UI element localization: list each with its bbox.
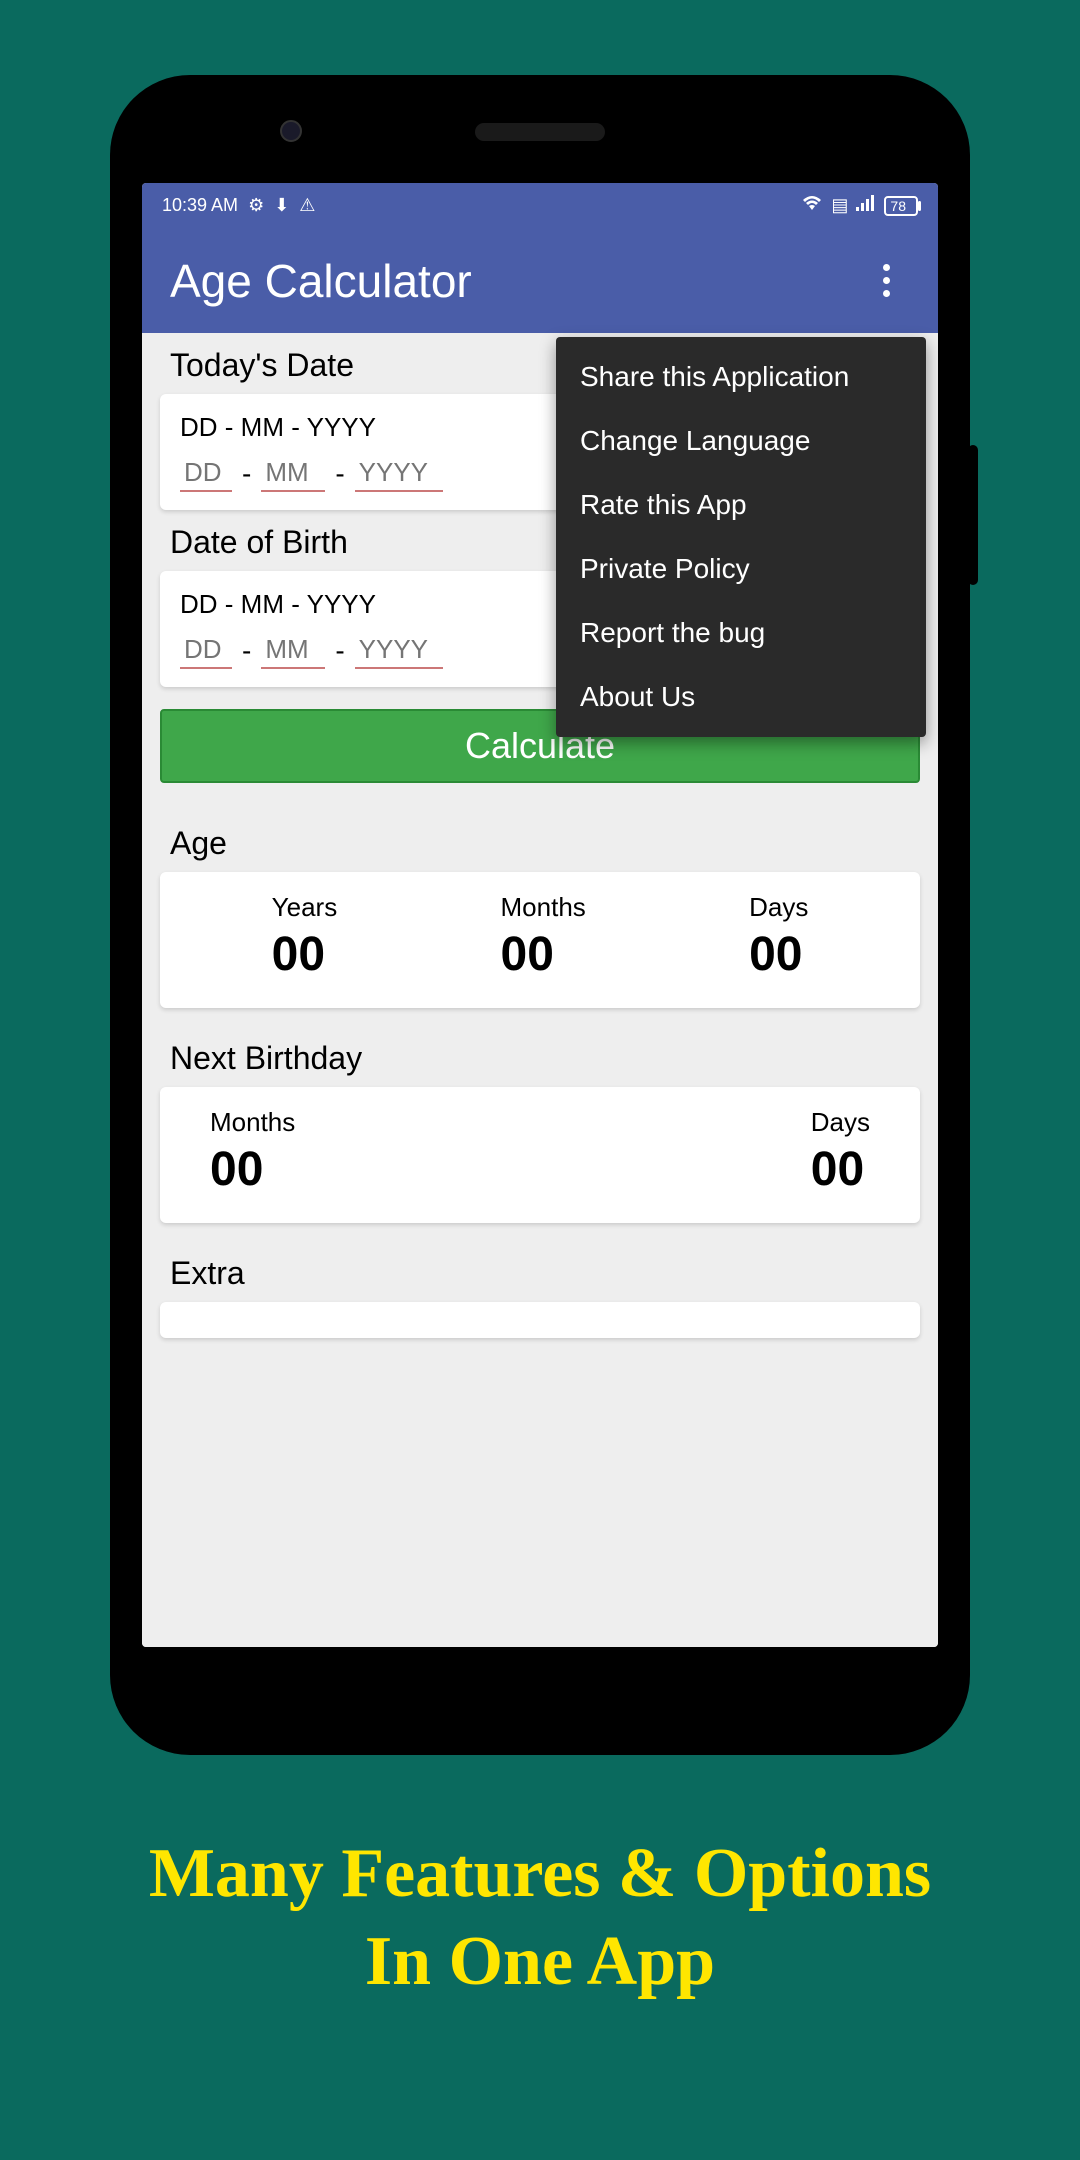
signal-icon <box>856 195 876 216</box>
next-birthday-title: Next Birthday <box>160 1026 920 1087</box>
dob-month-input[interactable] <box>261 632 325 669</box>
extra-card <box>160 1302 920 1338</box>
wifi-icon <box>801 194 823 217</box>
more-options-button[interactable] <box>862 257 910 305</box>
menu-about-us[interactable]: About Us <box>556 665 926 729</box>
promo-caption: Many Features & Options In One App <box>0 1830 1080 2005</box>
caption-line2: In One App <box>0 1918 1080 2006</box>
caption-line1: Many Features & Options <box>0 1830 1080 1918</box>
status-time: 10:39 AM <box>162 195 238 216</box>
gear-icon: ⚙ <box>248 195 264 216</box>
today-month-input[interactable] <box>261 455 325 492</box>
age-years-label: Years <box>272 892 338 923</box>
age-months-label: Months <box>501 892 586 923</box>
age-title: Age <box>160 811 920 872</box>
next-months-label: Months <box>210 1107 295 1138</box>
today-year-input[interactable] <box>355 455 443 492</box>
options-menu: Share this Application Change Language R… <box>556 337 926 737</box>
next-birthday-card: Months 00 Days 00 <box>160 1087 920 1223</box>
phone-speaker <box>475 123 605 141</box>
sim-icon: ▤ <box>831 195 848 216</box>
age-result-card: Years 00 Months 00 Days 00 <box>160 872 920 1008</box>
dob-year-input[interactable] <box>355 632 443 669</box>
age-days-label: Days <box>749 892 808 923</box>
menu-share[interactable]: Share this Application <box>556 345 926 409</box>
extra-title: Extra <box>160 1241 920 1302</box>
next-days-label: Days <box>811 1107 870 1138</box>
today-day-input[interactable] <box>180 455 232 492</box>
volume-button <box>968 445 978 585</box>
dash: - <box>242 458 251 490</box>
app-title: Age Calculator <box>170 254 472 308</box>
menu-rate-app[interactable]: Rate this App <box>556 473 926 537</box>
phone-camera <box>280 120 302 142</box>
battery-icon: 78 <box>884 196 918 216</box>
age-months-value: 00 <box>501 927 586 982</box>
age-years-value: 00 <box>272 927 338 982</box>
warning-icon: ⚠ <box>299 195 315 216</box>
phone-screen: 10:39 AM ⚙ ⬇ ⚠ ▤ 78 Age Calculator <box>142 183 938 1647</box>
menu-change-language[interactable]: Change Language <box>556 409 926 473</box>
next-days-value: 00 <box>811 1142 870 1197</box>
phone-frame: 10:39 AM ⚙ ⬇ ⚠ ▤ 78 Age Calculator <box>110 75 970 1755</box>
download-icon: ⬇ <box>274 195 289 216</box>
age-days-value: 00 <box>749 927 808 982</box>
app-bar: Age Calculator <box>142 228 938 333</box>
next-months-value: 00 <box>210 1142 295 1197</box>
dash: - <box>242 635 251 667</box>
menu-report-bug[interactable]: Report the bug <box>556 601 926 665</box>
dash: - <box>335 635 344 667</box>
dob-day-input[interactable] <box>180 632 232 669</box>
status-bar: 10:39 AM ⚙ ⬇ ⚠ ▤ 78 <box>142 183 938 228</box>
dash: - <box>335 458 344 490</box>
menu-private-policy[interactable]: Private Policy <box>556 537 926 601</box>
